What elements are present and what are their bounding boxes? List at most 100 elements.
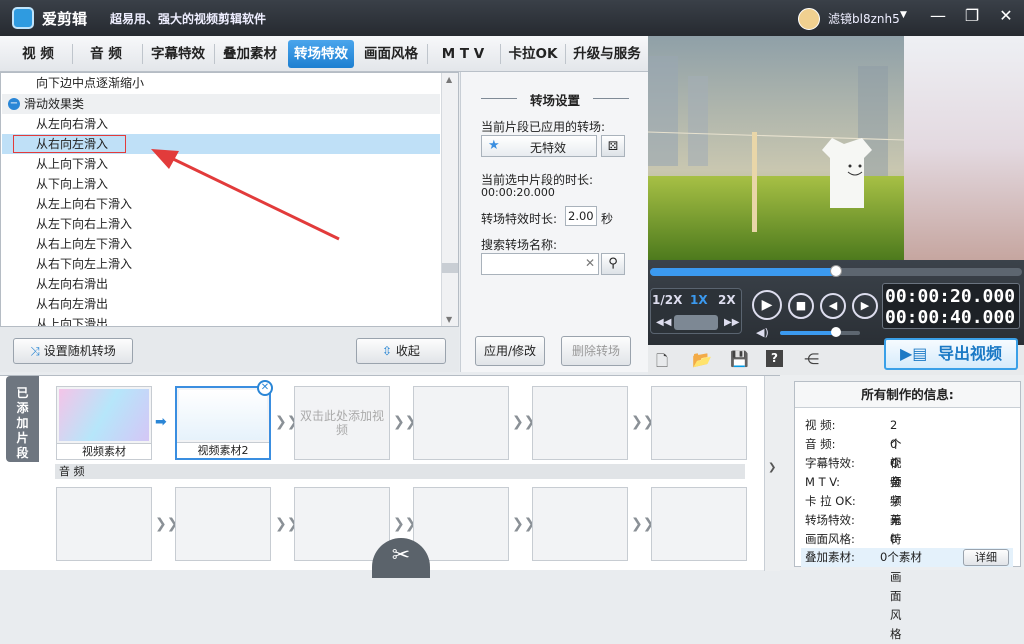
- app-logo-icon: [12, 7, 34, 29]
- speed-2x[interactable]: 2X: [718, 293, 736, 307]
- tab-subtitle-effects[interactable]: 字幕特效: [144, 40, 212, 68]
- add-video-placeholder[interactable]: 双击此处添加视频: [294, 386, 390, 460]
- collapse-arrows-icon: ⇳: [382, 344, 396, 358]
- progress-fill: [650, 268, 836, 276]
- maximize-icon[interactable]: ❐: [960, 6, 984, 25]
- open-folder-icon[interactable]: 📂: [692, 350, 712, 369]
- info-title: 所有制作的信息:: [795, 382, 1020, 408]
- tab-mtv[interactable]: M T V: [430, 40, 496, 68]
- delete-transition-button[interactable]: 删除转场: [561, 336, 631, 366]
- current-time: 00:00:20.000: [885, 286, 1016, 307]
- shuffle-icon: ⤨: [30, 344, 44, 358]
- annotation-arrow: [151, 149, 340, 241]
- info-row: 卡 拉 OK:: [805, 494, 856, 508]
- scrollbar-thumb[interactable]: [442, 263, 458, 273]
- timeline-scrollbar[interactable]: ❯: [764, 376, 780, 571]
- preview-image: [648, 36, 1024, 260]
- volume-track[interactable]: [780, 331, 860, 335]
- app-slogan: 超易用、强大的视频剪辑软件: [110, 12, 267, 26]
- remove-clip-icon[interactable]: ✕: [257, 380, 273, 396]
- tab-styles[interactable]: 画面风格: [358, 40, 424, 68]
- audio-slot[interactable]: [175, 487, 271, 561]
- info-row: 画面风格:0个画面风格: [805, 532, 902, 641]
- clip-1[interactable]: 视频素材: [56, 386, 152, 460]
- info-panel: 所有制作的信息: 视 频: 2个视频 音 频: 0个音频 字幕特效: 0个字幕 M T…: [780, 375, 1024, 641]
- speed-1x[interactable]: 1X: [690, 293, 708, 307]
- search-icon[interactable]: ⚲: [601, 253, 625, 275]
- seconds-unit: 秒: [601, 212, 614, 226]
- rewind-icon[interactable]: ◀◀: [656, 317, 671, 328]
- stop-icon[interactable]: ■: [788, 293, 814, 319]
- audio-slot[interactable]: [56, 487, 152, 561]
- next-frame-icon[interactable]: ▶: [852, 293, 878, 319]
- app-name: 爱剪辑: [42, 10, 88, 28]
- progress-handle[interactable]: [830, 265, 842, 277]
- tab-audio[interactable]: 音 频: [74, 40, 138, 68]
- audio-slot[interactable]: [413, 487, 509, 561]
- user-name[interactable]: 滤镜bl8znh5: [828, 10, 900, 27]
- audio-slot[interactable]: [651, 487, 747, 561]
- volume-icon[interactable]: ◀): [756, 326, 769, 339]
- clear-icon[interactable]: ✕: [585, 256, 595, 270]
- detail-button[interactable]: 详细: [963, 549, 1009, 566]
- empty-slot[interactable]: [413, 386, 509, 460]
- clip-label: 视频素材2: [177, 442, 269, 458]
- info-row: 字幕特效: 0个字幕: [805, 456, 902, 527]
- clip-thumbnail: [179, 390, 267, 440]
- save-icon[interactable]: 💾: [730, 350, 749, 368]
- effect-duration-label: 转场特效时长:: [481, 212, 558, 226]
- info-row: 转场特效:无特效: [805, 513, 902, 565]
- tab-karaoke[interactable]: 卡拉OK: [504, 40, 562, 68]
- clip-2-selected[interactable]: 视频素材2: [175, 386, 271, 460]
- jog-wheel[interactable]: [674, 315, 718, 330]
- title-bar: 爱剪辑 超易用、强大的视频剪辑软件 滤镜bl8znh5 ▼ — ❐ ✕: [0, 0, 1024, 36]
- chevron-down-icon[interactable]: ▼: [900, 10, 907, 20]
- tab-transitions[interactable]: 转场特效: [288, 40, 354, 68]
- total-time: 00:00:40.000: [885, 307, 1016, 328]
- list-actions: ⤨ 设置随机转场 ⇳ 收起: [0, 327, 459, 372]
- transition-settings: 转场设置 当前片段已应用的转场: ★ 无特效 ⚄ 当前选中片段的时长: 00:0…: [460, 72, 648, 372]
- info-row: 视 频: 2个视频: [805, 418, 902, 489]
- info-row: M T V:: [805, 475, 841, 489]
- search-input[interactable]: [481, 253, 599, 275]
- audio-track-label: 音 频: [55, 464, 745, 479]
- export-video-button[interactable]: ▶▤ 导出视频: [884, 338, 1018, 370]
- share-icon[interactable]: ⋲: [804, 350, 819, 368]
- tab-overlay[interactable]: 叠加素材: [216, 40, 284, 68]
- chevron-right-icon[interactable]: ❯: [768, 462, 776, 473]
- audio-slot[interactable]: [532, 487, 628, 561]
- random-transition-button[interactable]: ⤨ 设置随机转场: [13, 338, 133, 364]
- speed-half[interactable]: 1/2X: [652, 293, 682, 307]
- help-icon[interactable]: ?: [766, 350, 783, 367]
- previous-frame-icon[interactable]: ◀: [820, 293, 846, 319]
- empty-slot[interactable]: [651, 386, 747, 460]
- video-preview[interactable]: [648, 36, 1024, 260]
- collapse-button[interactable]: ⇳ 收起: [356, 338, 446, 364]
- user-avatar[interactable]: [798, 8, 820, 30]
- new-file-icon[interactable]: 🗋: [656, 351, 668, 376]
- list-scrollbar[interactable]: ▲ ▼: [441, 73, 458, 326]
- star-icon: ★: [488, 138, 500, 153]
- added-clips-label: 已添加片段: [6, 376, 39, 462]
- play-icon[interactable]: ▶: [752, 290, 782, 320]
- applied-label: 当前片段已应用的转场:: [481, 120, 606, 134]
- volume-fill: [780, 331, 836, 335]
- info-box: 所有制作的信息: 视 频: 2个视频 音 频: 0个音频 字幕特效: 0个字幕 M T…: [794, 381, 1021, 641]
- empty-slot[interactable]: [532, 386, 628, 460]
- fast-forward-icon[interactable]: ▶▶: [724, 317, 739, 328]
- audio-slot[interactable]: [294, 487, 390, 561]
- tab-upgrade[interactable]: 升级与服务: [568, 40, 646, 68]
- search-label: 搜索转场名称:: [481, 238, 558, 252]
- clip-thumbnail: [59, 389, 149, 441]
- apply-button[interactable]: 应用/修改: [475, 336, 545, 366]
- minimize-icon[interactable]: —: [926, 6, 950, 25]
- close-icon[interactable]: ✕: [994, 6, 1018, 25]
- info-row: 音 频: 0个音频: [805, 437, 902, 508]
- effect-duration-input[interactable]: 2.00: [565, 206, 597, 226]
- applied-transition-field: ★ 无特效: [481, 135, 597, 157]
- main-tabs: 视 频 音 频 字幕特效 叠加素材 转场特效 画面风格 M T V 卡拉OK 升…: [0, 36, 648, 72]
- tab-video[interactable]: 视 频: [6, 40, 70, 68]
- duration-value: 00:00:20.000: [481, 186, 555, 199]
- dice-icon[interactable]: ⚄: [601, 135, 625, 157]
- volume-handle[interactable]: [831, 327, 841, 337]
